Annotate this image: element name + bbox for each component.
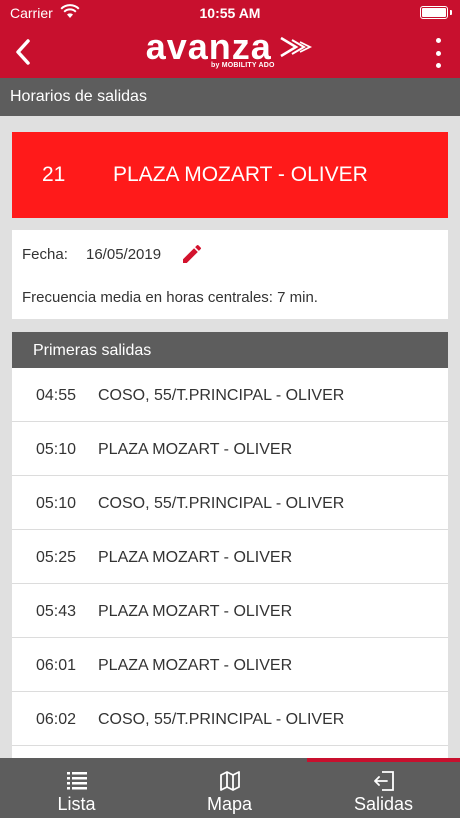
departure-destination: PLAZA MOZART - OLIVER <box>98 657 293 674</box>
dot-icon <box>435 38 441 43</box>
logo-wordmark: avanza <box>145 26 272 67</box>
departure-time: 05:43 <box>36 603 77 620</box>
departure-row-partial[interactable] <box>12 746 448 758</box>
departure-destination: COSO, 55/T.PRINCIPAL - OLIVER <box>98 387 345 404</box>
date-value: 16/05/2019 <box>86 246 162 263</box>
departure-row[interactable]: 05:25 PLAZA MOZART - OLIVER <box>12 530 448 584</box>
departure-time: 05:10 <box>36 441 77 458</box>
departure-destination: PLAZA MOZART - OLIVER <box>98 549 293 566</box>
departure-row[interactable]: 05:10 COSO, 55/T.PRINCIPAL - OLIVER <box>12 476 448 530</box>
departure-row[interactable]: 05:43 PLAZA MOZART - OLIVER <box>12 584 448 638</box>
nav-bar: avanza by MOBILITY ADO <box>0 26 460 78</box>
dot-icon <box>435 50 441 56</box>
page-title: Horarios de salidas <box>0 78 460 116</box>
departure-destination: COSO, 55/T.PRINCIPAL - OLIVER <box>98 711 345 728</box>
dot-icon <box>435 63 441 68</box>
departure-time: 05:10 <box>36 495 77 512</box>
status-bar: Carrier 10:55 AM <box>0 0 460 26</box>
departure-row[interactable]: 06:01 PLAZA MOZART - OLIVER <box>12 638 448 692</box>
exit-icon <box>373 771 394 791</box>
avanza-logo: avanza <box>0 28 460 66</box>
pencil-icon <box>183 244 202 263</box>
departure-destination: PLAZA MOZART - OLIVER <box>98 603 293 620</box>
tab-label: Lista <box>57 794 96 814</box>
departure-time: 05:25 <box>36 549 77 566</box>
date-label: Fecha: <box>22 246 68 263</box>
route-name: PLAZA MOZART - OLIVER <box>113 163 368 186</box>
departure-time: 06:01 <box>36 657 77 674</box>
route-info-card: Fecha: 16/05/2019 Frecuencia media en ho… <box>12 230 448 319</box>
battery-icon <box>420 6 452 19</box>
logo-arrows-icon <box>280 36 313 58</box>
tab-bar: Lista Mapa Salidas <box>0 758 460 818</box>
map-icon <box>219 771 240 791</box>
route-banner: 21 PLAZA MOZART - OLIVER <box>12 132 448 218</box>
tab-salidas[interactable]: Salidas <box>307 758 460 818</box>
departure-destination: COSO, 55/T.PRINCIPAL - OLIVER <box>98 495 345 512</box>
departure-row[interactable]: 05:10 PLAZA MOZART - OLIVER <box>12 422 448 476</box>
departure-time: 06:02 <box>36 711 77 728</box>
departure-row[interactable]: 04:55 COSO, 55/T.PRINCIPAL - OLIVER <box>12 368 448 422</box>
departures-list[interactable]: 04:55 COSO, 55/T.PRINCIPAL - OLIVER 05:1… <box>12 368 448 758</box>
clock: 10:55 AM <box>199 5 261 21</box>
tab-mapa[interactable]: Mapa <box>153 758 306 818</box>
departure-time: 04:55 <box>36 387 77 404</box>
departures-header: Primeras salidas <box>12 332 448 368</box>
tab-label: Mapa <box>206 794 253 814</box>
frequency-text: Frecuencia media en horas centrales: 7 m… <box>22 289 318 306</box>
tab-label: Salidas <box>353 794 414 814</box>
more-options-button[interactable] <box>430 38 446 68</box>
edit-date-button[interactable] <box>180 242 204 270</box>
tab-lista[interactable]: Lista <box>0 758 153 818</box>
route-number: 21 <box>42 163 66 186</box>
logo-subtitle: by MOBILITY ADO <box>211 62 275 69</box>
departure-destination: PLAZA MOZART - OLIVER <box>98 441 293 458</box>
departure-row[interactable]: 06:02 COSO, 55/T.PRINCIPAL - OLIVER <box>12 692 448 746</box>
list-icon <box>66 772 87 790</box>
